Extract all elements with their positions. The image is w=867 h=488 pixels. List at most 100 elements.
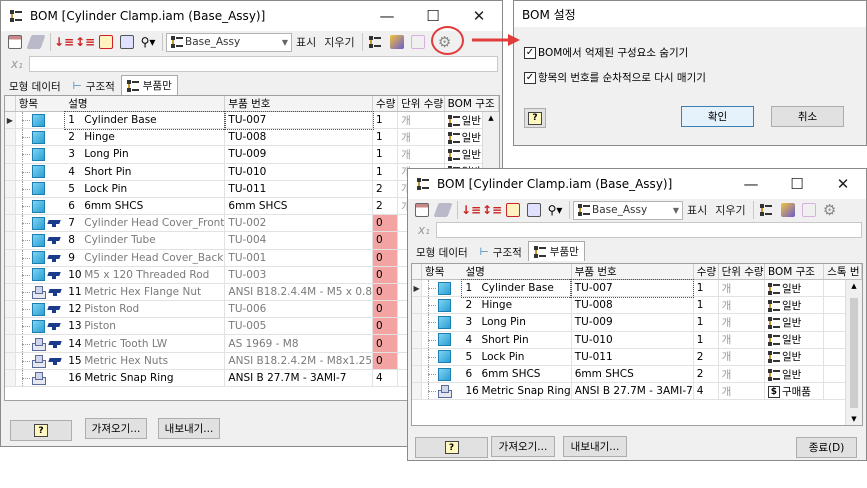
qty-cell[interactable]: 1	[693, 331, 719, 349]
row-selector[interactable]	[5, 197, 16, 216]
row-selector[interactable]	[412, 313, 423, 332]
description-cell[interactable]: 16 Metric Snap Ring	[65, 369, 226, 388]
import-button-2[interactable]: 가져오기...	[491, 436, 555, 457]
import-button[interactable]: 가져오기...	[85, 418, 147, 439]
bom-structure-cell[interactable]: 일반	[764, 313, 825, 332]
bom-structure-cell[interactable]: 일반	[764, 279, 825, 298]
part-number-cell[interactable]: TU-003	[224, 266, 374, 284]
table-row[interactable]: 3 Long Pin TU-009 1 개 일반	[412, 313, 862, 332]
qty-cell[interactable]: 0	[372, 231, 399, 250]
qty-cell[interactable]: 0	[372, 352, 399, 370]
row-selector[interactable]	[5, 163, 16, 181]
table-row[interactable]: 5Lock PinTU-0112개 일반	[412, 348, 862, 366]
qty-cell[interactable]: 0	[372, 334, 399, 353]
part-number-cell[interactable]: 6mm SHCS	[224, 197, 374, 216]
description-cell[interactable]: 2 Hinge	[65, 128, 226, 147]
unit-qty-cell[interactable]: 개	[718, 331, 765, 349]
row-selector[interactable]	[412, 365, 423, 384]
part-number-cell[interactable]: TU-008	[224, 128, 374, 147]
row-selector[interactable]	[5, 180, 16, 198]
description-cell[interactable]: 6 6mm SHCS	[462, 365, 572, 384]
part-number-cell[interactable]: TU-009	[571, 313, 694, 332]
vertical-scrollbar-2[interactable]: ▲ ▼	[845, 280, 862, 425]
description-cell[interactable]: 4 Short Pin	[65, 163, 226, 181]
part-number-cell[interactable]: TU-002	[224, 214, 374, 233]
find-icon-2[interactable]: ⚲▾	[545, 200, 565, 220]
bom-structure-cell[interactable]: 일반	[764, 348, 825, 366]
row-selector[interactable]: ▶	[412, 279, 423, 298]
qty-cell[interactable]: 2	[693, 365, 719, 384]
description-cell[interactable]: 12 Piston Rod	[65, 300, 226, 319]
col-description[interactable]: 설명	[65, 96, 226, 112]
col-bom-structure-2[interactable]: BOM 구조	[764, 264, 825, 280]
eraser-icon[interactable]	[26, 32, 46, 52]
qty-cell[interactable]: 2	[372, 197, 399, 216]
title-bar[interactable]: BOM [Cylinder Clamp.iam (Base_Assy)] — ☐…	[1, 1, 502, 31]
compare-icon[interactable]	[117, 32, 137, 52]
unit-qty-cell[interactable]: 개	[718, 348, 765, 366]
description-cell[interactable]: 4 Short Pin	[462, 331, 572, 349]
sort-descending-icon-2[interactable]: ↕≡	[482, 200, 502, 220]
bom-structure-cell[interactable]: 일반	[764, 296, 825, 315]
part-number-cell[interactable]: TU-001	[224, 249, 374, 267]
unit-qty-cell[interactable]: 개	[718, 279, 765, 298]
tab-model-data[interactable]: 모형 데이터	[3, 77, 67, 95]
tab-parts-only[interactable]: 부품만	[120, 75, 178, 95]
renumber-checkbox[interactable]: ✓	[524, 71, 536, 84]
compare-icon-2[interactable]	[524, 200, 544, 220]
minimize-button-2[interactable]: —	[728, 169, 774, 199]
row-selector[interactable]: ▶	[5, 111, 16, 130]
sort-ascending-icon[interactable]: ↓≡	[54, 32, 74, 52]
part-number-cell[interactable]: TU-011	[224, 180, 374, 198]
find-icon[interactable]: ⚲▾	[138, 32, 158, 52]
description-cell[interactable]: 5 Lock Pin	[65, 180, 226, 198]
qty-cell[interactable]: 0	[372, 283, 399, 302]
part-number-cell[interactable]: ANSI B 27.7M - 3AMI-7	[224, 369, 374, 388]
description-cell[interactable]: 1 Cylinder Base	[461, 278, 573, 298]
close-button-2[interactable]: ✕	[820, 169, 866, 199]
qty-cell[interactable]: 1	[372, 145, 399, 164]
description-cell[interactable]: 7 Cylinder Head Cover_Front	[65, 214, 226, 233]
unit-qty-cell[interactable]: 개	[397, 128, 445, 147]
bom-structure-icon[interactable]	[366, 32, 386, 52]
qty-cell[interactable]: 0	[372, 249, 399, 267]
col-qty-2[interactable]: 수량	[693, 264, 719, 280]
table-row[interactable]: 2 Hinge TU-008 1 개 일반	[412, 296, 862, 315]
table-row[interactable]: 2 Hinge TU-008 1 개 일반	[5, 128, 499, 147]
description-cell[interactable]: 9 Cylinder Head Cover_Back	[65, 249, 226, 267]
dialog-help-button[interactable]: ?	[524, 108, 546, 128]
show-label[interactable]: 표시	[296, 34, 316, 50]
col-part-number-2[interactable]: 부품 번호	[571, 264, 694, 280]
show-label-2[interactable]: 표시	[687, 202, 707, 218]
export-button-2[interactable]: 내보내기...	[563, 436, 627, 457]
export-table-icon[interactable]	[5, 32, 25, 52]
unit-qty-cell[interactable]: 개	[718, 365, 765, 384]
part-number-cell[interactable]: 6mm SHCS	[571, 365, 694, 384]
table-row[interactable]: 66mm SHCS6mm SHCS2개 일반	[412, 365, 862, 384]
col-unit-qty[interactable]: 단위 수량	[397, 96, 445, 112]
tab-structured[interactable]: ⊢ 구조적	[67, 77, 121, 95]
part-number-cell[interactable]: AS 1969 - M8	[224, 334, 374, 353]
row-selector[interactable]	[5, 283, 16, 302]
unit-qty-cell[interactable]: 개	[718, 382, 765, 401]
help-button-2[interactable]: ?	[415, 437, 488, 458]
row-selector[interactable]	[5, 128, 16, 147]
bom-structure-cell[interactable]: 일반	[764, 365, 825, 384]
description-cell[interactable]: 13 Piston	[65, 317, 226, 336]
col-description-2[interactable]: 설명	[462, 264, 572, 280]
row-selector[interactable]	[412, 296, 423, 315]
settings-gear-icon-2[interactable]: ⚙	[820, 200, 840, 220]
row-selector[interactable]	[412, 382, 423, 401]
description-cell[interactable]: 2 Hinge	[462, 296, 572, 315]
row-selector[interactable]	[412, 348, 423, 366]
part-number-cell[interactable]: TU-010	[571, 331, 694, 349]
part-number-cell[interactable]: TU-008	[571, 296, 694, 315]
export-button[interactable]: 내보내기...	[158, 418, 220, 439]
qty-cell[interactable]: 1	[693, 279, 719, 298]
cancel-button[interactable]: 취소	[771, 106, 844, 127]
row-selector[interactable]	[5, 145, 16, 164]
part-number-cell[interactable]: ANSI B18.2.4.2M - M8x1.25	[224, 352, 374, 370]
part-number-cell[interactable]: TU-010	[224, 163, 374, 181]
hide-suppressed-checkbox[interactable]: ✓	[524, 46, 536, 59]
table-row[interactable]: 3 Long Pin TU-009 1 개 일반	[5, 145, 499, 164]
